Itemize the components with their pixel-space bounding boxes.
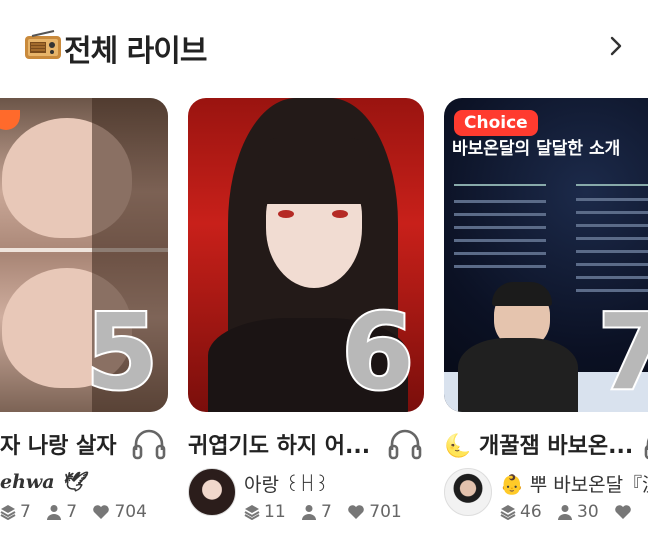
listeners-stat: 30 (557, 502, 599, 522)
host-name: 👶 뿌 바보온달『溫 (500, 474, 648, 496)
likes-stat: 704 (92, 502, 147, 522)
radio-icon (25, 30, 61, 59)
page-title: 전체 라이브 (64, 34, 207, 69)
layers-stat: 11 (244, 502, 286, 522)
section-header: 전체 라이브 (24, 24, 624, 69)
layers-icon (244, 505, 260, 521)
live-thumbnail[interactable]: Choice 바보온달의 달달한 소개 7 (444, 98, 648, 412)
chevron-right-icon[interactable] (608, 36, 624, 56)
rank-number: 5 (84, 291, 160, 412)
live-stats: 46 30 (500, 502, 646, 522)
person-icon (302, 505, 317, 520)
listeners-count: 30 (577, 502, 599, 522)
live-stats: 7 7 704 (0, 502, 157, 522)
live-thumbnail[interactable]: 5 (0, 98, 168, 412)
person-icon (47, 505, 62, 520)
heart-icon (615, 505, 631, 519)
thumbnail-title: 바보온달의 달달한 소개 (452, 139, 621, 159)
live-carousel[interactable]: 5 자 나랑 살자 ehwa 🕊 7 7 704 6 귀엽기도 하지 어... … (0, 98, 648, 548)
likes-stat (614, 502, 636, 522)
likes-stat: 701 (347, 502, 402, 522)
live-thumbnail[interactable]: 6 (188, 98, 424, 412)
choice-badge: Choice (454, 110, 538, 136)
likes-count: 701 (369, 502, 402, 522)
headphones-icon (388, 429, 422, 460)
listeners-stat: 7 (301, 502, 332, 522)
rank-number: 7 (596, 291, 648, 412)
layers-icon (0, 505, 16, 521)
headphones-icon (132, 429, 166, 460)
person-icon (558, 505, 573, 520)
listeners-stat: 7 (46, 502, 77, 522)
layers-stat: 7 (0, 502, 31, 522)
live-title: 자 나랑 살자 (0, 434, 117, 459)
layers-count: 7 (20, 502, 31, 522)
host-name: 아랑 ꒰ꀿ꒱ (244, 474, 330, 496)
avatar[interactable] (444, 468, 492, 516)
host-name: ehwa 🕊 (0, 471, 86, 493)
live-title: 🌜 개꿀잼 바보온... (444, 434, 634, 459)
layers-stat: 46 (500, 502, 542, 522)
heart-icon (93, 505, 110, 519)
rank-number: 6 (340, 291, 416, 412)
avatar[interactable] (188, 468, 236, 516)
live-title: 귀엽기도 하지 어... (188, 434, 371, 459)
listeners-count: 7 (66, 502, 78, 522)
listeners-count: 7 (321, 502, 332, 522)
headphones-icon (644, 438, 648, 460)
layers-icon (500, 505, 516, 521)
layers-count: 46 (520, 502, 542, 522)
layers-count: 11 (264, 502, 286, 522)
heart-icon (348, 505, 365, 519)
live-stats: 11 7 701 (244, 502, 412, 522)
likes-count: 704 (114, 502, 147, 522)
